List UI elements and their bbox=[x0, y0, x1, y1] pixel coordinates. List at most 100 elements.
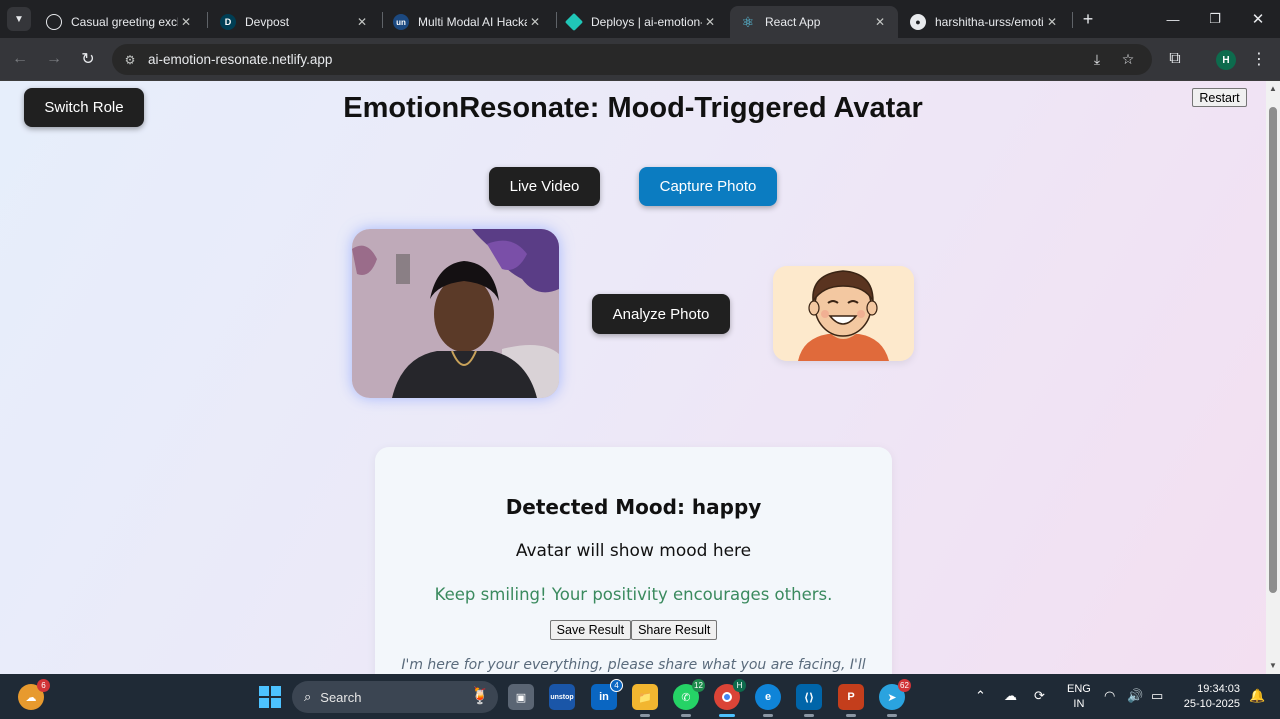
scrollbar-thumb[interactable] bbox=[1269, 107, 1277, 593]
share-result-button[interactable]: Share Result bbox=[631, 620, 718, 640]
avatar-note: Avatar will show mood here bbox=[515, 541, 752, 561]
save-result-button[interactable]: Save Result bbox=[549, 620, 632, 640]
unstop-icon: un bbox=[393, 14, 409, 30]
tab-title: Multi Modal AI Hackathon bbox=[418, 15, 527, 29]
tab-react-app[interactable]: ⚛ React App ✕ bbox=[730, 6, 898, 38]
linkedin-icon[interactable]: in 4 bbox=[591, 679, 623, 710]
task-view-icon[interactable]: ▣ bbox=[508, 684, 534, 710]
address-bar[interactable]: ⚙ ai-emotion-resonate.netlify.app ⤓ ☆ bbox=[112, 44, 1152, 75]
live-video-button[interactable]: Live Video bbox=[489, 167, 600, 206]
forward-arrow-icon[interactable]: → bbox=[42, 47, 66, 71]
window-close-icon[interactable]: ✕ bbox=[1237, 0, 1279, 38]
extensions-puzzle-icon[interactable]: ⧉ bbox=[1163, 47, 1187, 71]
result-card: Detected Mood: happy Avatar will show mo… bbox=[375, 447, 892, 674]
tab-title: React App bbox=[765, 15, 821, 29]
new-tab-plus-icon[interactable]: + bbox=[1078, 8, 1098, 30]
chrome-icon[interactable]: H bbox=[714, 679, 746, 710]
close-icon[interactable]: ✕ bbox=[527, 15, 543, 29]
search-label: Search bbox=[320, 689, 362, 705]
unstop-app-icon[interactable]: unstop bbox=[549, 684, 575, 710]
bookmark-star-icon[interactable]: ☆ bbox=[1117, 48, 1139, 70]
tab-casual-greeting[interactable]: Casual greeting exchange ✕ bbox=[36, 6, 204, 38]
tab-netlify-deploys[interactable]: Deploys | ai-emotion-resonate ✕ bbox=[556, 6, 728, 38]
install-app-icon[interactable]: ⤓ bbox=[1086, 48, 1108, 70]
whatsapp-icon[interactable]: ✆ 12 bbox=[673, 679, 705, 710]
close-icon[interactable]: ✕ bbox=[1044, 15, 1060, 29]
support-message: I'm here for your everything, please sha… bbox=[401, 657, 866, 673]
page-scrollbar[interactable]: ▲ ▼ bbox=[1266, 81, 1280, 674]
notification-bell-icon[interactable]: 🔔 bbox=[1249, 688, 1265, 704]
running-indicator bbox=[887, 714, 897, 717]
tab-title: harshitha-urss/emotion bbox=[935, 15, 1044, 29]
onedrive-icon[interactable]: ☁ bbox=[1004, 688, 1017, 704]
clock-date: 25-10-2025 bbox=[1183, 698, 1240, 710]
restart-button[interactable]: Restart bbox=[1192, 88, 1247, 107]
vscode-icon[interactable]: ⟨⟩ bbox=[796, 684, 822, 710]
devpost-icon: D bbox=[220, 14, 236, 30]
windows-start-icon[interactable] bbox=[257, 684, 283, 710]
chrome-profile-badge: H bbox=[733, 679, 746, 692]
edge-icon[interactable]: e bbox=[755, 684, 781, 710]
minimize-icon[interactable]: — bbox=[1152, 0, 1194, 38]
tab-devpost[interactable]: D Devpost ✕ bbox=[210, 6, 380, 38]
running-indicator bbox=[846, 714, 856, 717]
sync-icon[interactable]: ⟳ bbox=[1034, 688, 1045, 704]
close-icon[interactable]: ✕ bbox=[702, 15, 718, 29]
tab-divider bbox=[207, 12, 208, 28]
page-viewport: Switch Role EmotionResonate: Mood-Trigge… bbox=[0, 81, 1266, 674]
taskbar-search[interactable]: ⌕ Search 🍹 bbox=[292, 681, 498, 713]
running-indicator bbox=[763, 714, 773, 717]
language-indicator[interactable]: ENG IN bbox=[1067, 682, 1091, 712]
search-highlight-icon: 🍹 bbox=[470, 688, 490, 705]
windows-taskbar: ☁ 6 ⌕ Search 🍹 ▣ unstop in 4 📁 ✆ 12 H e … bbox=[0, 674, 1280, 719]
menu-kebab-icon[interactable]: ⋮ bbox=[1247, 47, 1271, 71]
page-title: EmotionResonate: Mood-Triggered Avatar bbox=[343, 92, 923, 124]
scroll-down-arrow-icon[interactable]: ▼ bbox=[1269, 661, 1277, 670]
tab-search-icon[interactable]: ▼ bbox=[7, 7, 31, 31]
close-icon[interactable]: ✕ bbox=[178, 15, 194, 29]
site-settings-icon[interactable]: ⚙ bbox=[120, 53, 140, 67]
close-icon[interactable]: ✕ bbox=[354, 15, 370, 29]
tray-chevron-up-icon[interactable]: ⌃ bbox=[975, 688, 986, 704]
running-indicator bbox=[804, 714, 814, 717]
netlify-icon bbox=[564, 12, 584, 32]
telegram-badge: 62 bbox=[898, 679, 911, 692]
tab-title: Devpost bbox=[245, 15, 290, 29]
github-icon: ● bbox=[910, 14, 926, 30]
mood-avatar bbox=[773, 266, 914, 361]
close-icon[interactable]: ✕ bbox=[872, 15, 888, 29]
profile-avatar[interactable]: H bbox=[1216, 50, 1236, 70]
search-icon: ⌕ bbox=[304, 689, 312, 704]
mood-advice: Keep smiling! Your positivity encourages… bbox=[434, 585, 833, 604]
analyze-photo-button[interactable]: Analyze Photo bbox=[592, 294, 730, 334]
back-arrow-icon[interactable]: ← bbox=[8, 47, 32, 71]
captured-photo bbox=[352, 229, 559, 398]
battery-icon[interactable]: ▭ bbox=[1151, 688, 1163, 704]
scroll-up-arrow-icon[interactable]: ▲ bbox=[1269, 84, 1277, 93]
weather-icon[interactable]: ☁ 6 bbox=[18, 679, 50, 710]
restore-icon[interactable]: ❐ bbox=[1194, 0, 1236, 38]
capture-photo-button[interactable]: Capture Photo bbox=[639, 167, 777, 206]
running-indicator bbox=[681, 714, 691, 717]
openai-icon bbox=[46, 14, 62, 30]
tab-title: Deploys | ai-emotion-resonate bbox=[591, 15, 702, 29]
system-clock[interactable]: 19:34:03 25-10-2025 bbox=[1178, 682, 1240, 712]
linkedin-badge: 4 bbox=[610, 679, 623, 692]
telegram-icon[interactable]: ➤ 62 bbox=[879, 679, 911, 710]
powerpoint-icon[interactable]: P bbox=[838, 684, 864, 710]
language-code: ENG bbox=[1067, 683, 1091, 695]
reload-icon[interactable]: ↻ bbox=[76, 47, 100, 71]
result-actions: Save Result Share Result bbox=[375, 620, 892, 640]
region-code: IN bbox=[1073, 698, 1085, 710]
tab-divider bbox=[1072, 12, 1073, 28]
tab-github[interactable]: ● harshitha-urss/emotion ✕ bbox=[900, 6, 1070, 38]
weather-badge: 6 bbox=[37, 679, 50, 692]
tab-hackathon[interactable]: un Multi Modal AI Hackathon ✕ bbox=[383, 6, 553, 38]
clock-time: 19:34:03 bbox=[1197, 683, 1240, 695]
tab-title: Casual greeting exchange bbox=[71, 15, 178, 29]
react-icon: ⚛ bbox=[741, 13, 755, 30]
file-explorer-icon[interactable]: 📁 bbox=[632, 684, 658, 710]
volume-icon[interactable]: 🔊 bbox=[1127, 688, 1143, 704]
browser-toolbar: ← → ↻ ⚙ ai-emotion-resonate.netlify.app … bbox=[0, 38, 1280, 81]
wifi-icon[interactable]: ◠ bbox=[1104, 688, 1115, 704]
